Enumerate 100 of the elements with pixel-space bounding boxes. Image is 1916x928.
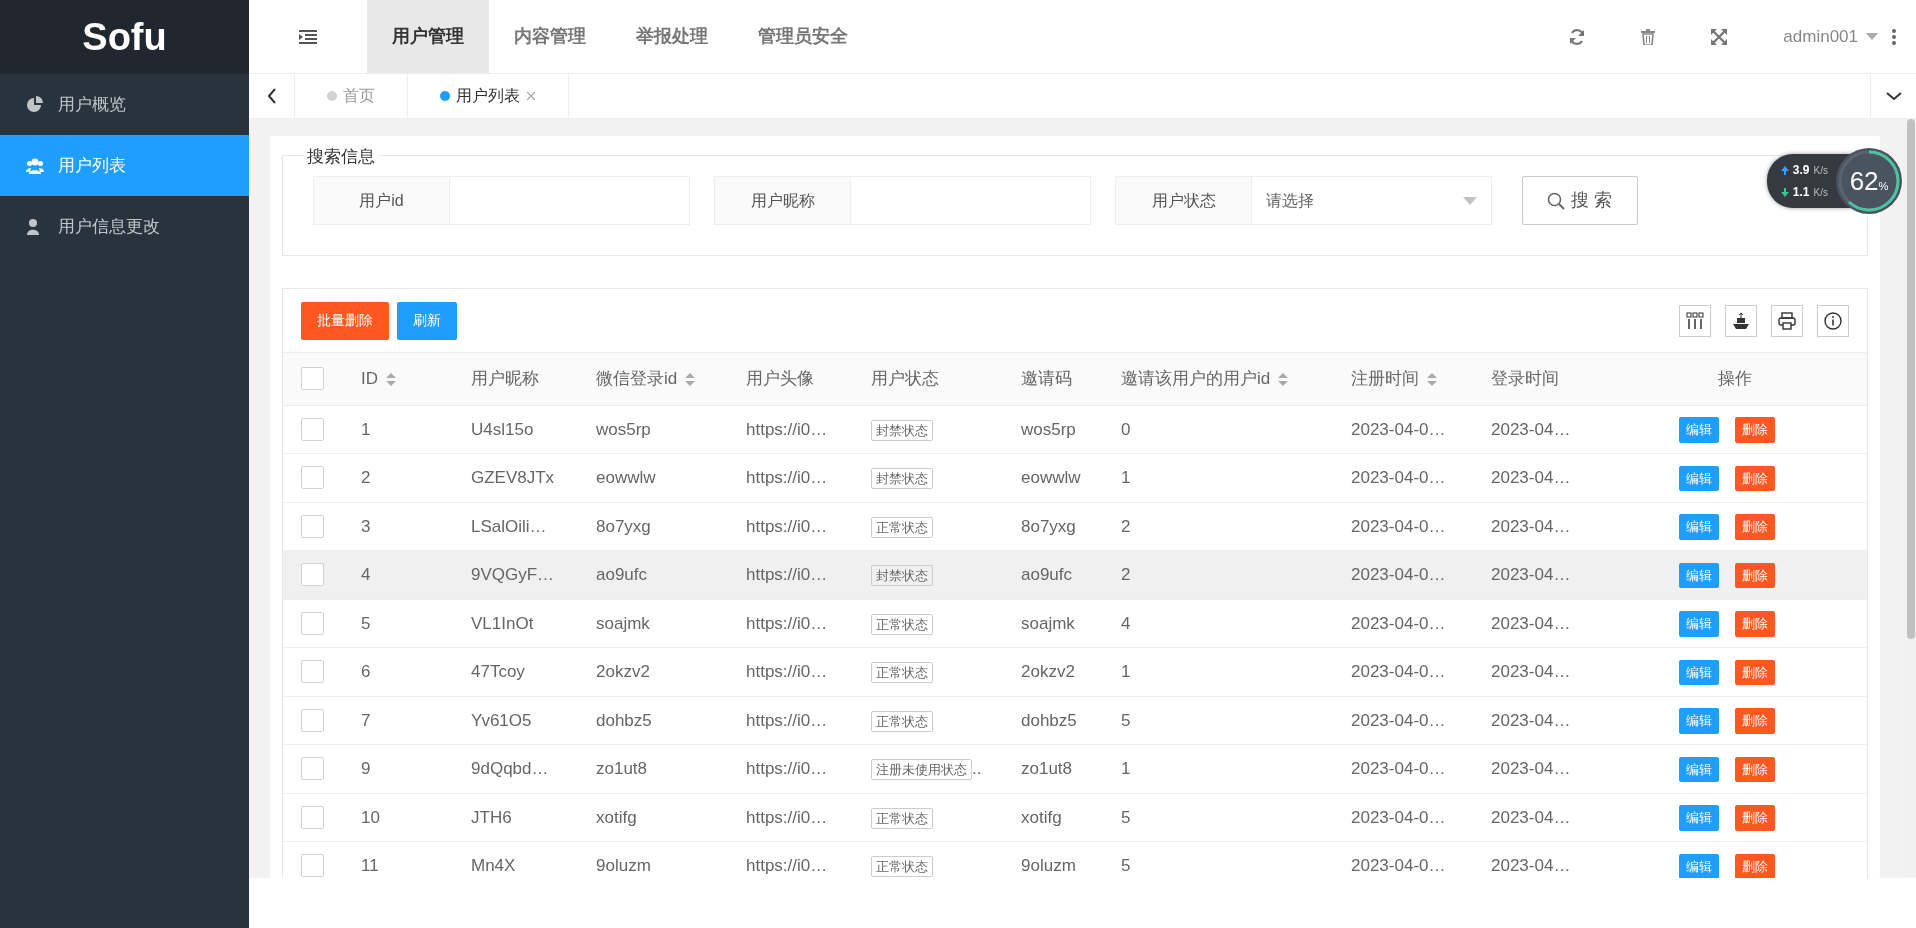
status-tag: 正常状态 [871, 807, 933, 829]
row-checkbox[interactable] [301, 417, 324, 441]
table-row[interactable]: 1 U4sl15o wos5rp https://i0… 封禁状态 wos5rp 0 2023-04-0… 2023-04… 编辑 删除 [283, 405, 1867, 454]
search-button[interactable]: 搜 索 [1522, 176, 1638, 225]
usage-percent: 62 [1849, 164, 1879, 198]
edit-button[interactable]: 编辑 [1679, 514, 1719, 540]
top-menu-item[interactable]: 用户管理 [367, 0, 489, 73]
menu-fold-icon[interactable] [299, 29, 317, 44]
table-row[interactable]: 7 Yv61O5 dohbz5 https://i0… 正常状态 dohbz5 5 2023-04-0… 2023-04… 编辑 删除 [283, 696, 1867, 745]
row-checkbox[interactable] [301, 466, 324, 490]
table-cell: 2023-04… [1491, 807, 1571, 827]
chevron-down-icon[interactable] [1885, 91, 1902, 101]
delete-button[interactable]: 删除 [1735, 417, 1775, 443]
table-cell: U4sl15o [471, 419, 534, 439]
row-checkbox[interactable] [301, 854, 324, 878]
page-tab[interactable]: 首页 [295, 74, 408, 118]
top-menu-item[interactable]: 举报处理 [611, 0, 733, 73]
close-icon[interactable] [526, 91, 536, 101]
edit-button[interactable]: 编辑 [1679, 465, 1719, 491]
top-menu-item[interactable]: 内容管理 [489, 0, 611, 73]
trash-icon[interactable] [1641, 28, 1656, 45]
column-header[interactable]: 微信登录id [596, 369, 678, 388]
table-row[interactable]: 2 GZEV8JTx eowwlw https://i0… 封禁状态 eowwlw 1 2023-04-0… 2023-04… 编辑 删除 [283, 453, 1867, 502]
table-cell: https://i0… [746, 613, 828, 633]
edit-button[interactable]: 编辑 [1679, 659, 1719, 685]
delete-button[interactable]: 删除 [1735, 562, 1775, 588]
table-cell: zo1ut8 [1021, 759, 1073, 778]
row-checkbox[interactable] [301, 514, 324, 538]
sidebar-item[interactable]: 用户列表 [0, 135, 249, 196]
print-icon[interactable] [1778, 311, 1796, 330]
input-group[interactable]: 用户昵称 [714, 176, 1091, 225]
column-header[interactable]: 邀请该用户的用户id [1121, 369, 1271, 388]
caret-down-icon [1866, 33, 1878, 40]
row-checkbox[interactable] [301, 757, 324, 781]
table-row[interactable]: 10 JTH6 xotifg https://i0… 正常状态 xotifg 5 2023-04-0… 2023-04… 编辑 删除 [283, 793, 1867, 842]
delete-button[interactable]: 删除 [1735, 805, 1775, 831]
fullscreen-icon[interactable] [1711, 28, 1728, 45]
edit-button[interactable]: 编辑 [1679, 562, 1719, 588]
column-header-cell[interactable]: ID [343, 353, 453, 405]
delete-button[interactable]: 删除 [1735, 708, 1775, 734]
status-tag: 正常状态 [871, 613, 933, 635]
table-row[interactable]: 5 VL1InOt soajmk https://i0… 正常状态 soajmk 4 2023-04-0… 2023-04… 编辑 删除 [283, 599, 1867, 648]
table-row[interactable]: 4 9VQGyF… ao9ufc https://i0… 封禁状态 ao9ufc 2 2023-04-0… 2023-04… 编辑 删除 [283, 550, 1867, 599]
delete-button[interactable]: 删除 [1735, 465, 1775, 491]
table-row[interactable]: 9 9dQqbd… zo1ut8 https://i0… 注册未使用状态 .. zo1ut8 1 2023-04-0… 2023-04… 编辑 删除 [283, 744, 1867, 793]
table-cell: https://i0… [746, 710, 828, 730]
page-tab[interactable]: 用户列表 [408, 74, 569, 118]
table-cell: soajmk [1021, 613, 1075, 633]
table-cell: 6 [361, 662, 371, 681]
delete-button[interactable]: 删除 [1735, 756, 1775, 782]
column-header[interactable]: ID [361, 369, 378, 388]
user-menu[interactable]: admin001 [1783, 23, 1878, 50]
edit-button[interactable]: 编辑 [1679, 853, 1719, 878]
row-checkbox[interactable] [301, 563, 324, 587]
sort-icon[interactable] [386, 373, 396, 386]
row-checkbox[interactable] [301, 805, 324, 829]
speed-unit: K/s [1813, 163, 1828, 178]
table-cell: Mn4X [471, 856, 516, 875]
sidebar-item[interactable]: 用户信息更改 [0, 196, 249, 257]
table-cell: 2023-04-0… [1351, 613, 1446, 633]
table-cell: xotifg [1021, 807, 1062, 827]
table-cell: zo1ut8 [596, 759, 648, 778]
row-checkbox[interactable] [301, 708, 324, 732]
sort-icon[interactable] [1427, 373, 1437, 386]
input-group[interactable]: 用户状态 请选择 [1115, 176, 1492, 225]
top-menu-item[interactable]: 管理员安全 [733, 0, 873, 73]
chevron-left-icon[interactable] [266, 88, 277, 104]
delete-button[interactable]: 删除 [1735, 611, 1775, 637]
table-cell: LSalOili… [471, 516, 547, 536]
column-header[interactable]: 注册时间 [1351, 369, 1419, 388]
info-icon[interactable] [1824, 311, 1842, 330]
status-tag: 正常状态 [871, 856, 933, 877]
edit-button[interactable]: 编辑 [1679, 611, 1719, 637]
refresh-button[interactable]: 刷新 [397, 301, 457, 340]
column-header-cell[interactable]: 注册时间 [1333, 353, 1473, 405]
column-header-cell[interactable]: 微信登录id [578, 353, 728, 405]
table-row[interactable]: 11 Mn4X 9oluzm https://i0… 正常状态 9oluzm 5 2023-04-0… 2023-04… 编辑 删除 [283, 841, 1867, 878]
batch-delete-button[interactable]: 批量删除 [301, 301, 389, 340]
delete-button[interactable]: 删除 [1735, 659, 1775, 685]
refresh-icon[interactable] [1569, 28, 1586, 45]
table-cell: 2023-04-0… [1351, 710, 1446, 730]
sidebar-item[interactable]: 用户概览 [0, 74, 249, 135]
select-all-checkbox[interactable] [301, 367, 324, 391]
status-tag: 封禁状态 [871, 468, 933, 489]
row-checkbox[interactable] [301, 660, 324, 684]
column-header-cell[interactable]: 邀请该用户的用户id [1103, 353, 1333, 405]
row-checkbox[interactable] [301, 611, 324, 635]
sort-icon[interactable] [685, 373, 696, 386]
edit-button[interactable]: 编辑 [1679, 756, 1719, 782]
columns-icon[interactable] [1686, 311, 1704, 330]
delete-button[interactable]: 删除 [1735, 514, 1775, 540]
sort-icon[interactable] [1278, 373, 1289, 386]
edit-button[interactable]: 编辑 [1679, 805, 1719, 831]
table-row[interactable]: 3 LSalOili… 8o7yxg https://i0… 正常状态 8o7yxg 2 2023-04-0… 2023-04… 编辑 删除 [283, 502, 1867, 551]
more-vertical-icon[interactable] [1892, 28, 1896, 45]
input-group[interactable]: 用户id [313, 176, 690, 225]
edit-button[interactable]: 编辑 [1679, 417, 1719, 443]
table-row[interactable]: 6 47Tcoy 2okzv2 https://i0… 正常状态 2okzv2 1 2023-04-0… 2023-04… 编辑 删除 [283, 647, 1867, 696]
edit-button[interactable]: 编辑 [1679, 708, 1719, 734]
delete-button[interactable]: 删除 [1735, 853, 1775, 878]
